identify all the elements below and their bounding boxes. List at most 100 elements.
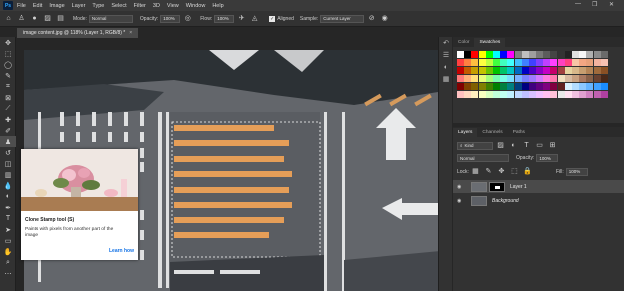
- color-swatch[interactable]: [593, 67, 601, 74]
- opacity-field[interactable]: 100%: [160, 14, 181, 23]
- layer-row-layer-1[interactable]: ◉ Layer 1: [453, 180, 624, 193]
- color-swatch[interactable]: [507, 67, 515, 74]
- color-swatch[interactable]: [600, 51, 608, 58]
- libraries-panel-icon[interactable]: ▦: [439, 73, 453, 85]
- color-swatch[interactable]: [572, 67, 579, 74]
- color-swatch[interactable]: [485, 51, 493, 58]
- color-swatch[interactable]: [478, 67, 486, 74]
- color-swatch[interactable]: [492, 83, 500, 90]
- home-icon[interactable]: ⌂: [4, 14, 13, 23]
- color-swatch[interactable]: [500, 83, 508, 90]
- brush-settings-icon[interactable]: ▨: [43, 14, 52, 23]
- airbrush-icon[interactable]: ✈: [237, 14, 246, 23]
- color-swatch[interactable]: [514, 59, 522, 66]
- color-swatch[interactable]: [478, 51, 486, 58]
- color-swatch[interactable]: [464, 91, 472, 98]
- menu-layer[interactable]: Layer: [72, 3, 86, 9]
- tab-color[interactable]: Color: [453, 38, 474, 47]
- color-swatch[interactable]: [464, 59, 472, 66]
- close-tab-icon[interactable]: ×: [129, 30, 132, 36]
- color-swatch[interactable]: [536, 83, 544, 90]
- color-swatch[interactable]: [572, 91, 579, 98]
- color-swatch[interactable]: [528, 51, 536, 58]
- history-panel-icon[interactable]: ↶: [439, 37, 453, 49]
- learn-how-link[interactable]: Learn how: [109, 248, 134, 254]
- color-swatch[interactable]: [536, 75, 544, 82]
- color-swatch[interactable]: [579, 59, 587, 66]
- color-swatch[interactable]: [586, 75, 594, 82]
- type-tool-icon[interactable]: T: [0, 213, 16, 224]
- menu-image[interactable]: Image: [49, 3, 64, 9]
- color-swatch[interactable]: [550, 75, 558, 82]
- color-swatch[interactable]: [478, 83, 486, 90]
- blur-tool-icon[interactable]: 💧: [0, 180, 16, 191]
- marquee-tool-icon[interactable]: ⬚: [0, 48, 16, 59]
- color-swatch[interactable]: [500, 91, 508, 98]
- color-swatch[interactable]: [457, 59, 464, 66]
- eraser-tool-icon[interactable]: ◫: [0, 158, 16, 169]
- color-swatch[interactable]: [507, 91, 515, 98]
- filter-type-icon[interactable]: T: [522, 141, 531, 150]
- color-swatch[interactable]: [514, 75, 522, 82]
- color-swatch[interactable]: [536, 59, 544, 66]
- restore-button[interactable]: ❐: [592, 1, 597, 8]
- lock-move-icon[interactable]: ✥: [497, 167, 506, 176]
- move-tool-icon[interactable]: ✥: [0, 37, 16, 48]
- color-swatch[interactable]: [457, 67, 464, 74]
- mode-select[interactable]: Normal: [88, 14, 133, 23]
- menu-view[interactable]: View: [167, 3, 179, 9]
- color-swatch[interactable]: [464, 75, 472, 82]
- color-swatch[interactable]: [579, 75, 587, 82]
- crop-tool-icon[interactable]: ⌗: [0, 81, 16, 92]
- color-swatch[interactable]: [485, 75, 493, 82]
- aligned-checkbox[interactable]: ✓: [269, 15, 276, 22]
- color-swatch[interactable]: [507, 51, 515, 58]
- pressure-size-icon[interactable]: ◉: [380, 14, 389, 23]
- color-swatch[interactable]: [579, 91, 587, 98]
- menu-edit[interactable]: Edit: [33, 3, 42, 9]
- tab-channels[interactable]: Channels: [477, 128, 507, 137]
- color-swatch[interactable]: [586, 59, 594, 66]
- color-swatch[interactable]: [464, 67, 472, 74]
- color-swatch[interactable]: [600, 91, 608, 98]
- color-swatch[interactable]: [543, 83, 551, 90]
- path-selection-tool-icon[interactable]: ➤: [0, 224, 16, 235]
- brush-preset-icon[interactable]: ●: [30, 14, 39, 23]
- ignore-adjustment-layers-icon[interactable]: ⊘: [367, 14, 376, 23]
- color-swatch[interactable]: [492, 51, 500, 58]
- menu-help[interactable]: Help: [212, 3, 223, 9]
- color-swatch[interactable]: [572, 75, 579, 82]
- color-swatch[interactable]: [457, 51, 464, 58]
- color-swatch[interactable]: [586, 67, 594, 74]
- color-swatch[interactable]: [478, 59, 486, 66]
- color-swatch[interactable]: [564, 51, 572, 58]
- color-swatch[interactable]: [557, 51, 565, 58]
- color-swatch[interactable]: [500, 67, 508, 74]
- color-swatch[interactable]: [528, 75, 536, 82]
- color-swatch[interactable]: [521, 51, 529, 58]
- gradient-tool-icon[interactable]: ▥: [0, 169, 16, 180]
- filter-smart-object-icon[interactable]: ⊞: [548, 141, 557, 150]
- zoom-tool-icon[interactable]: ⌕: [0, 257, 16, 268]
- color-swatch[interactable]: [521, 67, 529, 74]
- clone-stamp-preset-icon[interactable]: ♙: [17, 14, 26, 23]
- color-swatch[interactable]: [528, 67, 536, 74]
- color-swatch[interactable]: [528, 83, 536, 90]
- color-swatch[interactable]: [550, 91, 558, 98]
- color-swatch[interactable]: [528, 91, 536, 98]
- close-window-button[interactable]: ✕: [609, 1, 614, 8]
- eyedropper-tool-icon[interactable]: ⟋: [0, 103, 16, 114]
- color-swatch[interactable]: [485, 91, 493, 98]
- color-swatch[interactable]: [543, 67, 551, 74]
- color-swatch[interactable]: [579, 67, 587, 74]
- color-swatch[interactable]: [572, 51, 579, 58]
- color-swatch[interactable]: [557, 67, 565, 74]
- dodge-tool-icon[interactable]: ◐: [0, 191, 16, 202]
- color-swatch[interactable]: [536, 51, 544, 58]
- lock-transparent-icon[interactable]: ▦: [471, 167, 480, 176]
- color-swatch[interactable]: [514, 51, 522, 58]
- color-swatch[interactable]: [593, 75, 601, 82]
- visibility-eye-icon[interactable]: ◉: [457, 198, 465, 204]
- filter-pixel-icon[interactable]: ▨: [496, 141, 505, 150]
- color-swatch[interactable]: [593, 59, 601, 66]
